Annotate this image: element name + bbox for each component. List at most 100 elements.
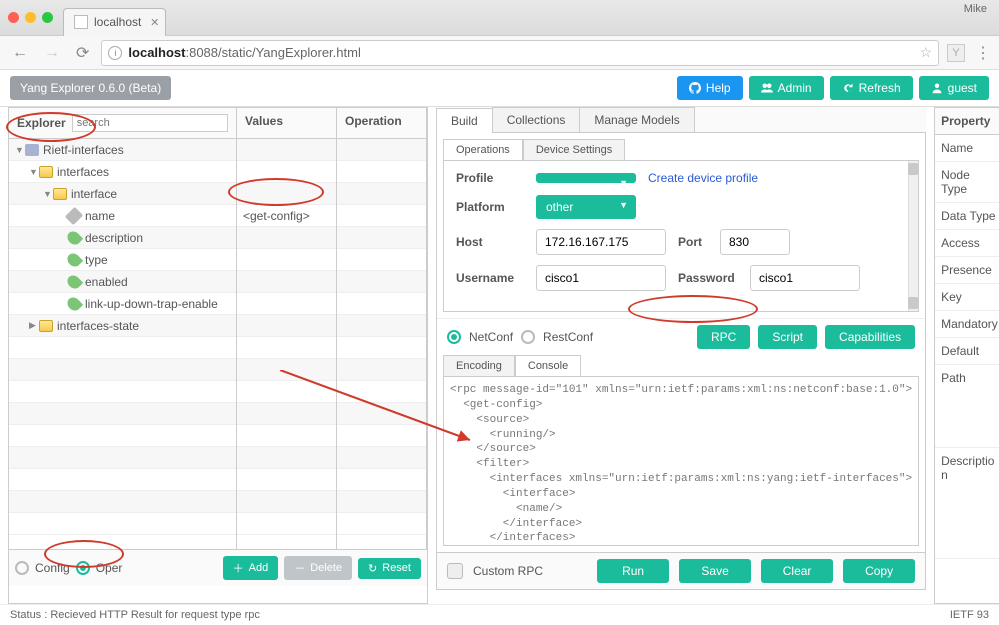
tree-value-cell[interactable] (237, 293, 336, 315)
tree-row[interactable]: ▼interfaces (9, 161, 236, 183)
tree-value-cell[interactable] (237, 161, 336, 183)
password-input[interactable] (750, 265, 860, 291)
config-radio[interactable] (15, 561, 29, 575)
run-button[interactable]: Run (597, 559, 669, 583)
subtab-device-settings[interactable]: Device Settings (523, 139, 625, 161)
tree-label: interfaces (57, 165, 109, 179)
tree-op-cell[interactable] (337, 227, 426, 249)
tree-row[interactable]: name (9, 205, 236, 227)
folder-icon (39, 166, 53, 178)
form-scrollbar[interactable] (908, 161, 918, 311)
tree-label: name (85, 209, 115, 223)
profile-name[interactable]: Mike (964, 3, 987, 15)
tree-value-cell[interactable] (237, 139, 336, 161)
copy-button[interactable]: Copy (843, 559, 915, 583)
tree-row[interactable]: link-up-down-trap-enable (9, 293, 236, 315)
profile-label: Profile (456, 171, 524, 185)
forward-icon[interactable]: → (40, 44, 64, 62)
tree-row[interactable]: ▼interface (9, 183, 236, 205)
tree-row[interactable]: enabled (9, 271, 236, 293)
browser-tab[interactable]: localhost ✕ (63, 8, 166, 36)
clear-button[interactable]: Clear (761, 559, 833, 583)
oper-label: Oper (96, 561, 123, 575)
add-button[interactable]: ＋ Add (223, 556, 279, 580)
property-key: Mandatory (935, 311, 999, 338)
reset-button[interactable]: ↻ Reset (358, 558, 421, 579)
help-button[interactable]: Help (677, 76, 743, 100)
extension-icon[interactable]: Y (947, 44, 965, 62)
tree-row[interactable]: type (9, 249, 236, 271)
operations-form: Profile Create device profile Platform o… (443, 160, 919, 312)
leaf-icon (65, 228, 83, 246)
encoding-tab[interactable]: Encoding (443, 355, 515, 377)
property-key: Name (935, 135, 999, 162)
back-icon[interactable]: ← (8, 44, 32, 62)
username-input[interactable] (536, 265, 666, 291)
platform-label: Platform (456, 200, 524, 214)
mac-min-dot[interactable] (25, 12, 36, 23)
tree-op-cell[interactable] (337, 271, 426, 293)
tree-op-cell[interactable] (337, 205, 426, 227)
custom-rpc-checkbox[interactable] (447, 563, 463, 579)
page-icon (74, 15, 88, 29)
subtab-operations[interactable]: Operations (443, 139, 523, 161)
oper-radio[interactable] (76, 561, 90, 575)
tree-row[interactable]: ▶interfaces-state (9, 315, 236, 337)
tab-manage-models[interactable]: Manage Models (579, 107, 694, 132)
menu-icon[interactable]: ⋮ (975, 43, 991, 63)
tree-value-cell[interactable] (237, 249, 336, 271)
capabilities-button[interactable]: Capabilities (825, 325, 915, 349)
tree-op-cell[interactable] (337, 293, 426, 315)
property-header: Property (935, 108, 999, 135)
reload-icon[interactable]: ⟳ (72, 43, 93, 63)
console-tab[interactable]: Console (515, 355, 581, 377)
delete-button[interactable]: － Delete (284, 556, 352, 580)
profile-select[interactable] (536, 173, 636, 183)
rpc-xml-output[interactable]: <rpc message-id="101" xmlns="urn:ietf:pa… (443, 376, 919, 546)
netconf-radio[interactable] (447, 330, 461, 344)
restconf-radio[interactable] (521, 330, 535, 344)
create-device-profile-link[interactable]: Create device profile (648, 171, 758, 185)
close-icon[interactable]: ✕ (150, 16, 159, 29)
tree-value-cell[interactable] (237, 183, 336, 205)
tree-value-cell[interactable]: <get-config> (237, 205, 336, 227)
platform-select[interactable]: other (536, 195, 636, 219)
host-input[interactable] (536, 229, 666, 255)
mac-max-dot[interactable] (42, 12, 53, 23)
script-button[interactable]: Script (758, 325, 817, 349)
tree-row[interactable]: description (9, 227, 236, 249)
guest-button[interactable]: guest (919, 76, 989, 100)
rpc-button[interactable]: RPC (697, 325, 750, 349)
folder-icon (39, 320, 53, 332)
tree-op-cell[interactable] (337, 161, 426, 183)
tree-op-cell[interactable] (337, 249, 426, 271)
tree-op-cell[interactable] (337, 139, 426, 161)
tree-op-cell[interactable] (337, 315, 426, 337)
operation-header: Operation (337, 108, 427, 139)
property-key: Access (935, 230, 999, 257)
host-label: Host (456, 235, 524, 249)
tab-collections[interactable]: Collections (492, 107, 581, 132)
site-info-icon[interactable]: i (108, 46, 122, 60)
port-input[interactable] (720, 229, 790, 255)
key-icon (65, 206, 83, 224)
users-icon (761, 82, 773, 94)
tab-build[interactable]: Build (436, 108, 493, 133)
bookmark-star-icon[interactable]: ☆ (919, 44, 932, 61)
tree-op-cell[interactable] (337, 183, 426, 205)
refresh-button[interactable]: Refresh (830, 76, 913, 100)
save-button[interactable]: Save (679, 559, 751, 583)
mac-close-dot[interactable] (8, 12, 19, 23)
property-key: Data Type (935, 203, 999, 230)
admin-button[interactable]: Admin (749, 76, 824, 100)
address-bar[interactable]: i localhost:8088/static/YangExplorer.htm… (101, 40, 939, 66)
property-key: Description (935, 448, 999, 559)
properties-panel: Property Value NamenameNode TypeleafData… (934, 107, 999, 604)
search-input[interactable] (72, 114, 228, 132)
tree-value-cell[interactable] (237, 315, 336, 337)
tree-row[interactable]: ▼Rietf-interfaces (9, 139, 236, 161)
tree-value-cell[interactable] (237, 271, 336, 293)
tree-value-cell[interactable] (237, 227, 336, 249)
explorer-panel: Explorer Values Operation ▼Rietf-interfa… (8, 107, 428, 604)
property-key: Node Type (935, 162, 999, 203)
